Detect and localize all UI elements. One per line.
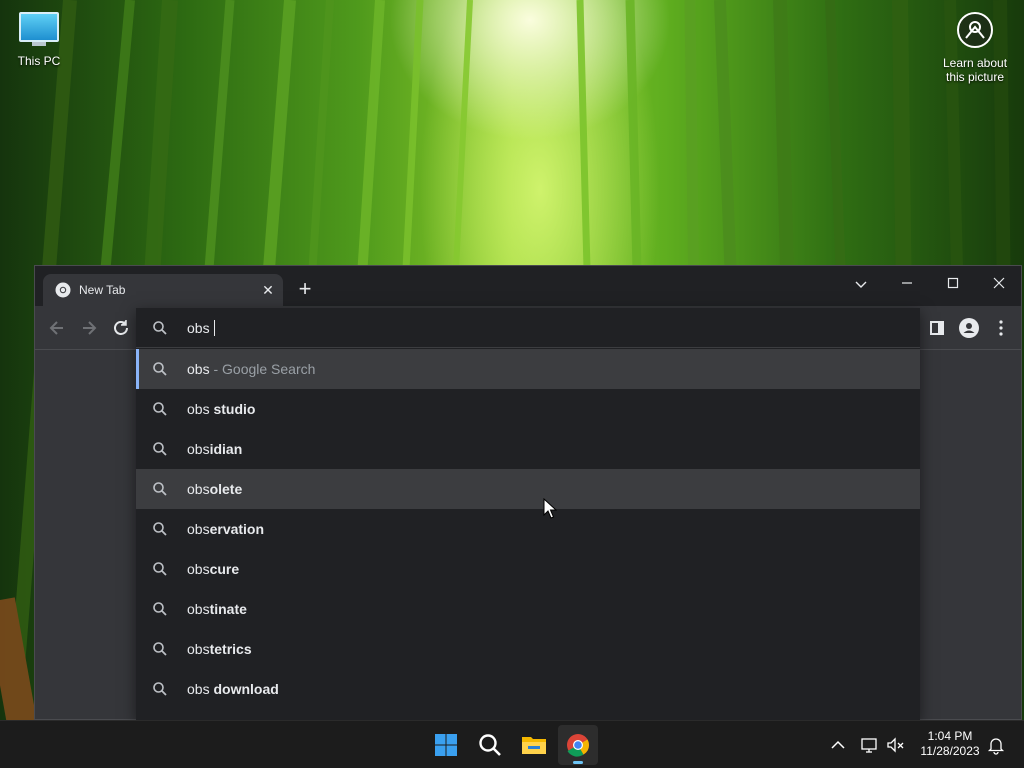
suggestion-item[interactable]: obs download [136, 669, 920, 709]
learn-label-line2: this picture [945, 70, 1005, 84]
profile-icon[interactable] [957, 316, 981, 340]
learn-label-line1: Learn about [942, 56, 1008, 70]
omnibox-dropdown: obs obs - Google Search obs studio obsid… [136, 308, 920, 720]
search-icon [153, 482, 167, 496]
chrome-icon [55, 282, 71, 298]
clock-date: 11/28/2023 [920, 744, 980, 758]
learn-about-picture-icon[interactable]: Learn about this picture [940, 10, 1010, 84]
this-pc-desktop-icon[interactable]: This PC [12, 10, 66, 68]
search-icon [153, 402, 167, 416]
show-hidden-icons-chevron-up-icon[interactable] [828, 735, 848, 755]
more-options-icon[interactable] [989, 316, 1013, 340]
this-pc-label: This PC [17, 54, 61, 68]
search-icon [153, 562, 167, 576]
close-window-icon[interactable] [977, 270, 1021, 298]
active-indicator [573, 761, 583, 764]
suggestion-item[interactable]: observation [136, 509, 920, 549]
clock-time: 1:04 PM [927, 729, 973, 743]
search-icon [153, 602, 167, 616]
suggestion-item[interactable]: obstetrics [136, 629, 920, 669]
suggestion-item[interactable]: obsidian [136, 429, 920, 469]
search-icon [153, 362, 167, 376]
search-icon [153, 321, 167, 335]
monitor-icon [19, 12, 59, 42]
taskbar-clock[interactable]: 1:04 PM 11/28/2023 [910, 729, 990, 759]
tab-new-tab[interactable]: New Tab ✕ [43, 274, 283, 306]
back-icon[interactable] [45, 316, 69, 340]
volume-muted-icon[interactable] [886, 735, 906, 755]
search-icon [153, 442, 167, 456]
suggestion-item[interactable]: obstinate [136, 589, 920, 629]
address-bar-input[interactable]: obs [136, 308, 920, 348]
title-bar: New Tab ✕ + [35, 266, 1021, 306]
reload-icon[interactable] [109, 316, 133, 340]
chrome-icon [567, 734, 589, 757]
chrome-taskbar-button[interactable] [558, 725, 598, 765]
tab-title: New Tab [79, 283, 126, 297]
new-tab-plus-icon[interactable]: + [293, 278, 317, 302]
camera-pin-icon [957, 12, 993, 48]
taskbar: 1:04 PM 11/28/2023 [0, 720, 1024, 768]
network-icon[interactable] [860, 735, 880, 755]
file-explorer-icon [522, 737, 546, 754]
windows-start-icon [435, 734, 457, 756]
search-icon [153, 642, 167, 656]
search-icon [479, 734, 501, 756]
suggestion-item[interactable]: obs studio [136, 389, 920, 429]
search-icon [153, 682, 167, 696]
suggestion-item[interactable]: obscure [136, 549, 920, 589]
forward-icon[interactable] [77, 316, 101, 340]
close-tab-icon[interactable]: ✕ [259, 281, 277, 299]
tab-search-chevron-down-icon[interactable] [839, 270, 883, 298]
notification-bell-icon[interactable] [986, 735, 1006, 755]
side-panel-icon[interactable] [925, 316, 949, 340]
typed-query: obs [187, 320, 215, 336]
file-explorer-button[interactable] [514, 725, 554, 765]
minimize-icon[interactable] [885, 270, 929, 298]
taskbar-search-button[interactable] [470, 725, 510, 765]
start-button[interactable] [426, 725, 466, 765]
suggestion-item[interactable]: obs - Google Search [136, 349, 920, 389]
search-icon [153, 522, 167, 536]
suggestion-item[interactable]: obsolete [136, 469, 920, 509]
maximize-icon[interactable] [931, 270, 975, 298]
mouse-cursor-icon [543, 498, 557, 519]
